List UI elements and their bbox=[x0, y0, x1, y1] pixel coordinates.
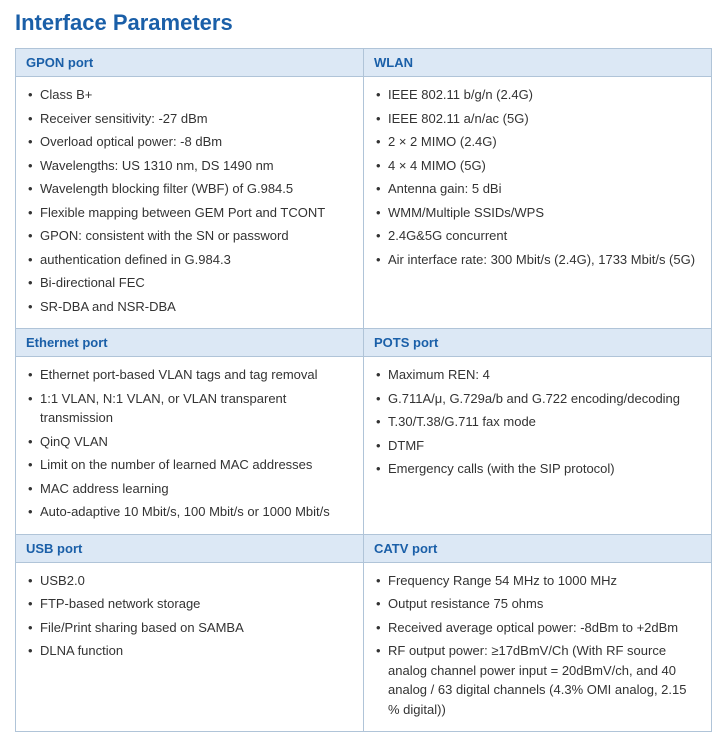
cell-pots: POTS port Maximum REN: 4G.711A/μ, G.729a/… bbox=[364, 329, 712, 535]
list-item: Overload optical power: -8 dBm bbox=[26, 130, 353, 154]
list-item: IEEE 802.11 b/g/n (2.4G) bbox=[374, 83, 701, 107]
list-item: Flexible mapping between GEM Port and TC… bbox=[26, 201, 353, 225]
cell-ethernet: Ethernet port Ethernet port-based VLAN ta… bbox=[16, 329, 364, 535]
list-item: Ethernet port-based VLAN tags and tag re… bbox=[26, 363, 353, 387]
list-item: Antenna gain: 5 dBi bbox=[374, 177, 701, 201]
cell-wlan: WLAN IEEE 802.11 b/g/n (2.4G)IEEE 802.11 … bbox=[364, 49, 712, 329]
list-item: SR-DBA and NSR-DBA bbox=[26, 295, 353, 319]
page-title: Interface Parameters bbox=[15, 10, 712, 36]
list-item: Emergency calls (with the SIP protocol) bbox=[374, 457, 701, 481]
list-item: Wavelength blocking filter (WBF) of G.98… bbox=[26, 177, 353, 201]
list-item: Maximum REN: 4 bbox=[374, 363, 701, 387]
list-item: IEEE 802.11 a/n/ac (5G) bbox=[374, 107, 701, 131]
cell-gpon: GPON port Class B+Receiver sensitivity: -… bbox=[16, 49, 364, 329]
list-item: WMM/Multiple SSIDs/WPS bbox=[374, 201, 701, 225]
list-item: USB2.0 bbox=[26, 569, 353, 593]
list-item: Class B+ bbox=[26, 83, 353, 107]
interface-parameters-table: GPON port Class B+Receiver sensitivity: -… bbox=[15, 48, 712, 732]
list-item: Wavelengths: US 1310 nm, DS 1490 nm bbox=[26, 154, 353, 178]
list-item: Frequency Range 54 MHz to 1000 MHz bbox=[374, 569, 701, 593]
header-pots: POTS port bbox=[364, 329, 711, 357]
list-item: Air interface rate: 300 Mbit/s (2.4G), 1… bbox=[374, 248, 701, 272]
list-item: Received average optical power: -8dBm to… bbox=[374, 616, 701, 640]
list-item: Limit on the number of learned MAC addre… bbox=[26, 453, 353, 477]
cell-usb: USB port USB2.0FTP-based network storageF… bbox=[16, 534, 364, 732]
list-item: QinQ VLAN bbox=[26, 430, 353, 454]
header-gpon: GPON port bbox=[16, 49, 363, 77]
list-item: Receiver sensitivity: -27 dBm bbox=[26, 107, 353, 131]
header-usb: USB port bbox=[16, 535, 363, 563]
list-item: DLNA function bbox=[26, 639, 353, 663]
list-item: Output resistance 75 ohms bbox=[374, 592, 701, 616]
list-item: authentication defined in G.984.3 bbox=[26, 248, 353, 272]
cell-catv: CATV port Frequency Range 54 MHz to 1000 … bbox=[364, 534, 712, 732]
list-item: Auto-adaptive 10 Mbit/s, 100 Mbit/s or 1… bbox=[26, 500, 353, 524]
list-item: 4 × 4 MIMO (5G) bbox=[374, 154, 701, 178]
list-item: RF output power: ≥17dBmV/Ch (With RF sou… bbox=[374, 639, 701, 721]
list-item: 2 × 2 MIMO (2.4G) bbox=[374, 130, 701, 154]
header-ethernet: Ethernet port bbox=[16, 329, 363, 357]
list-item: G.711A/μ, G.729a/b and G.722 encoding/de… bbox=[374, 387, 701, 411]
header-catv: CATV port bbox=[364, 535, 711, 563]
list-item: T.30/T.38/G.711 fax mode bbox=[374, 410, 701, 434]
list-item: Bi-directional FEC bbox=[26, 271, 353, 295]
header-wlan: WLAN bbox=[364, 49, 711, 77]
list-item: FTP-based network storage bbox=[26, 592, 353, 616]
list-item: File/Print sharing based on SAMBA bbox=[26, 616, 353, 640]
list-item: 2.4G&5G concurrent bbox=[374, 224, 701, 248]
list-item: MAC address learning bbox=[26, 477, 353, 501]
list-item: GPON: consistent with the SN or password bbox=[26, 224, 353, 248]
list-item: 1:1 VLAN, N:1 VLAN, or VLAN transparent … bbox=[26, 387, 353, 430]
list-item: DTMF bbox=[374, 434, 701, 458]
